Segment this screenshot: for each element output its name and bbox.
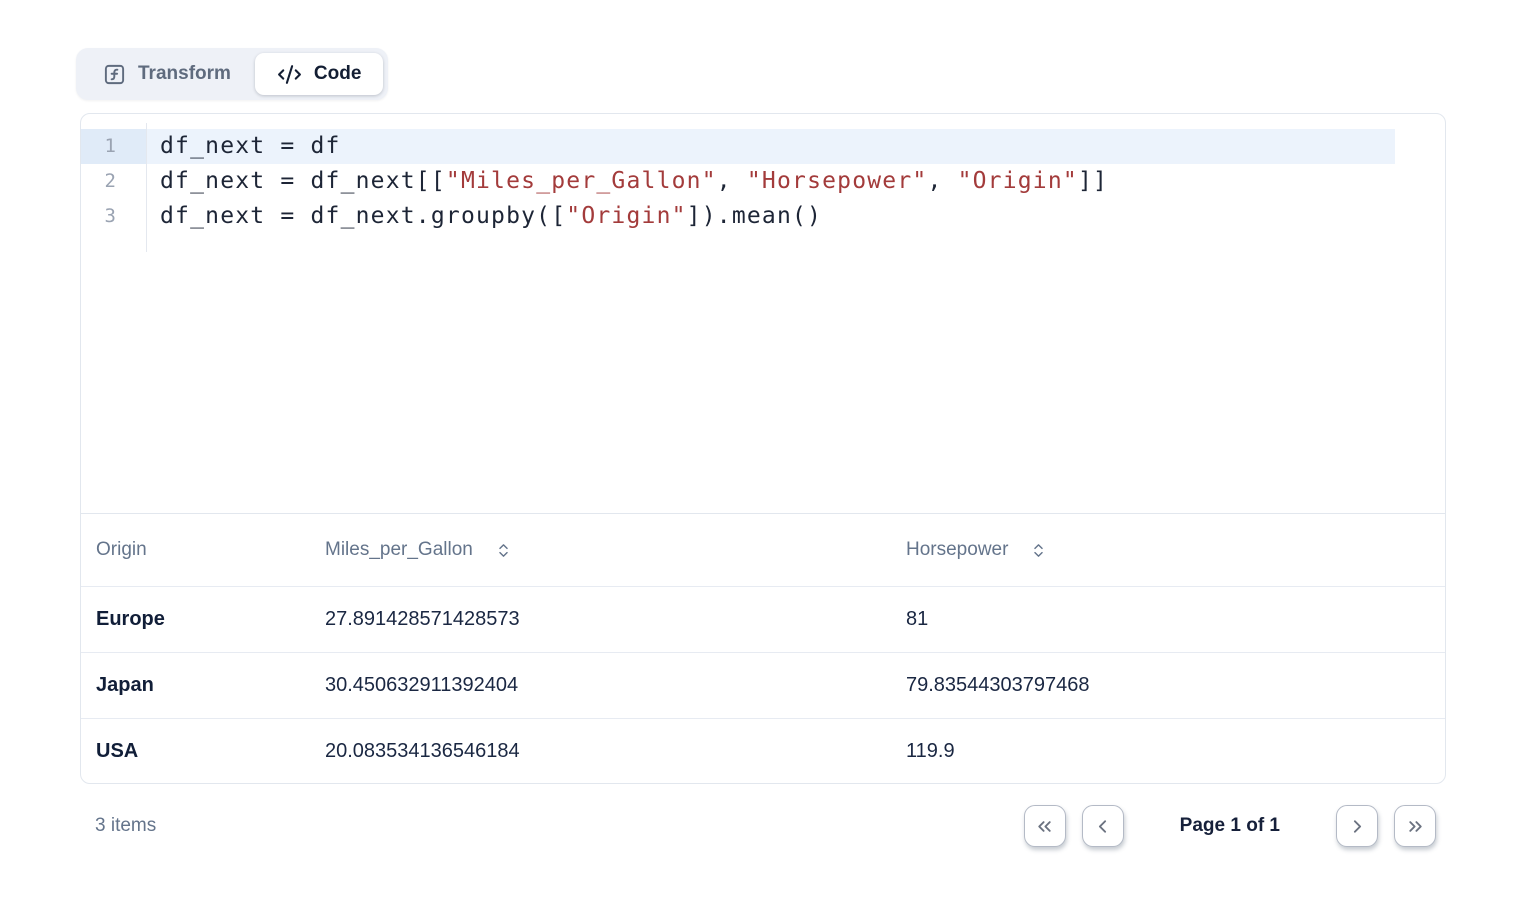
last-page-button[interactable] <box>1394 805 1436 847</box>
row-index-cell: Japan <box>81 674 310 697</box>
tab-code[interactable]: Code <box>255 53 384 95</box>
code-text: df_next = df_next[["Miles_per_Gallon", "… <box>146 164 1108 199</box>
tab-transform[interactable]: Transform <box>81 53 253 95</box>
transform-panel: 1df_next = df2df_next = df_next[["Miles_… <box>80 113 1446 784</box>
row-index-cell: USA <box>81 740 310 763</box>
chevrons-up-down-icon[interactable] <box>495 542 512 559</box>
page-indicator: Page 1 of 1 <box>1180 815 1280 837</box>
table-row: Japan30.45063291139240479.83544303797468 <box>81 652 1445 718</box>
column-header-origin: Origin <box>81 539 310 561</box>
line-number: 1 <box>81 129 146 164</box>
value-cell: 30.450632911392404 <box>310 674 891 697</box>
column-header-horsepower[interactable]: Horsepower <box>891 539 1445 561</box>
table-row: Europe27.89142857142857381 <box>81 586 1445 652</box>
chevron-left-icon <box>1092 816 1113 837</box>
value-cell: 27.891428571428573 <box>310 608 891 631</box>
column-header-label: Horsepower <box>906 539 1008 561</box>
view-toggle: Transform Code <box>76 48 388 100</box>
items-count-label: 3 items <box>80 815 156 837</box>
column-header-label: Miles_per_Gallon <box>325 539 473 561</box>
first-page-button[interactable] <box>1024 805 1066 847</box>
chevron-right-icon <box>1347 816 1368 837</box>
code-line-1[interactable]: 1df_next = df <box>81 129 1445 164</box>
code-editor[interactable]: 1df_next = df2df_next = df_next[["Miles_… <box>81 114 1445 513</box>
code-text: df_next = df_next.groupby(["Origin"]).me… <box>146 199 822 234</box>
gutter-divider <box>146 123 147 252</box>
function-square-icon <box>103 63 126 86</box>
chevrons-right-icon <box>1405 816 1426 837</box>
line-number: 2 <box>81 164 146 199</box>
next-page-button[interactable] <box>1336 805 1378 847</box>
tab-transform-label: Transform <box>138 63 231 85</box>
line-number: 3 <box>81 199 146 234</box>
previous-page-button[interactable] <box>1082 805 1124 847</box>
chevrons-up-down-icon[interactable] <box>1030 542 1047 559</box>
code-text: df_next = df <box>146 129 341 164</box>
table-row: USA20.083534136546184119.9 <box>81 718 1445 784</box>
value-cell: 20.083534136546184 <box>310 740 891 763</box>
value-cell: 81 <box>891 608 1445 631</box>
table-header-row: Origin Miles_per_Gallon Horsepower <box>81 513 1445 586</box>
pagination: Page 1 of 1 <box>1024 805 1446 847</box>
column-header-label: Origin <box>96 539 147 561</box>
table-footer: 3 items Page 1 of 1 <box>80 784 1446 868</box>
column-header-miles_per_gallon[interactable]: Miles_per_Gallon <box>310 539 891 561</box>
row-index-cell: Europe <box>81 608 310 631</box>
code-xml-icon <box>277 62 302 87</box>
tab-code-label: Code <box>314 63 362 85</box>
code-line-3[interactable]: 3df_next = df_next.groupby(["Origin"]).m… <box>81 199 1445 234</box>
chevrons-left-icon <box>1034 816 1055 837</box>
code-line-2[interactable]: 2df_next = df_next[["Miles_per_Gallon", … <box>81 164 1445 199</box>
value-cell: 79.83544303797468 <box>891 674 1445 697</box>
value-cell: 119.9 <box>891 740 1445 763</box>
